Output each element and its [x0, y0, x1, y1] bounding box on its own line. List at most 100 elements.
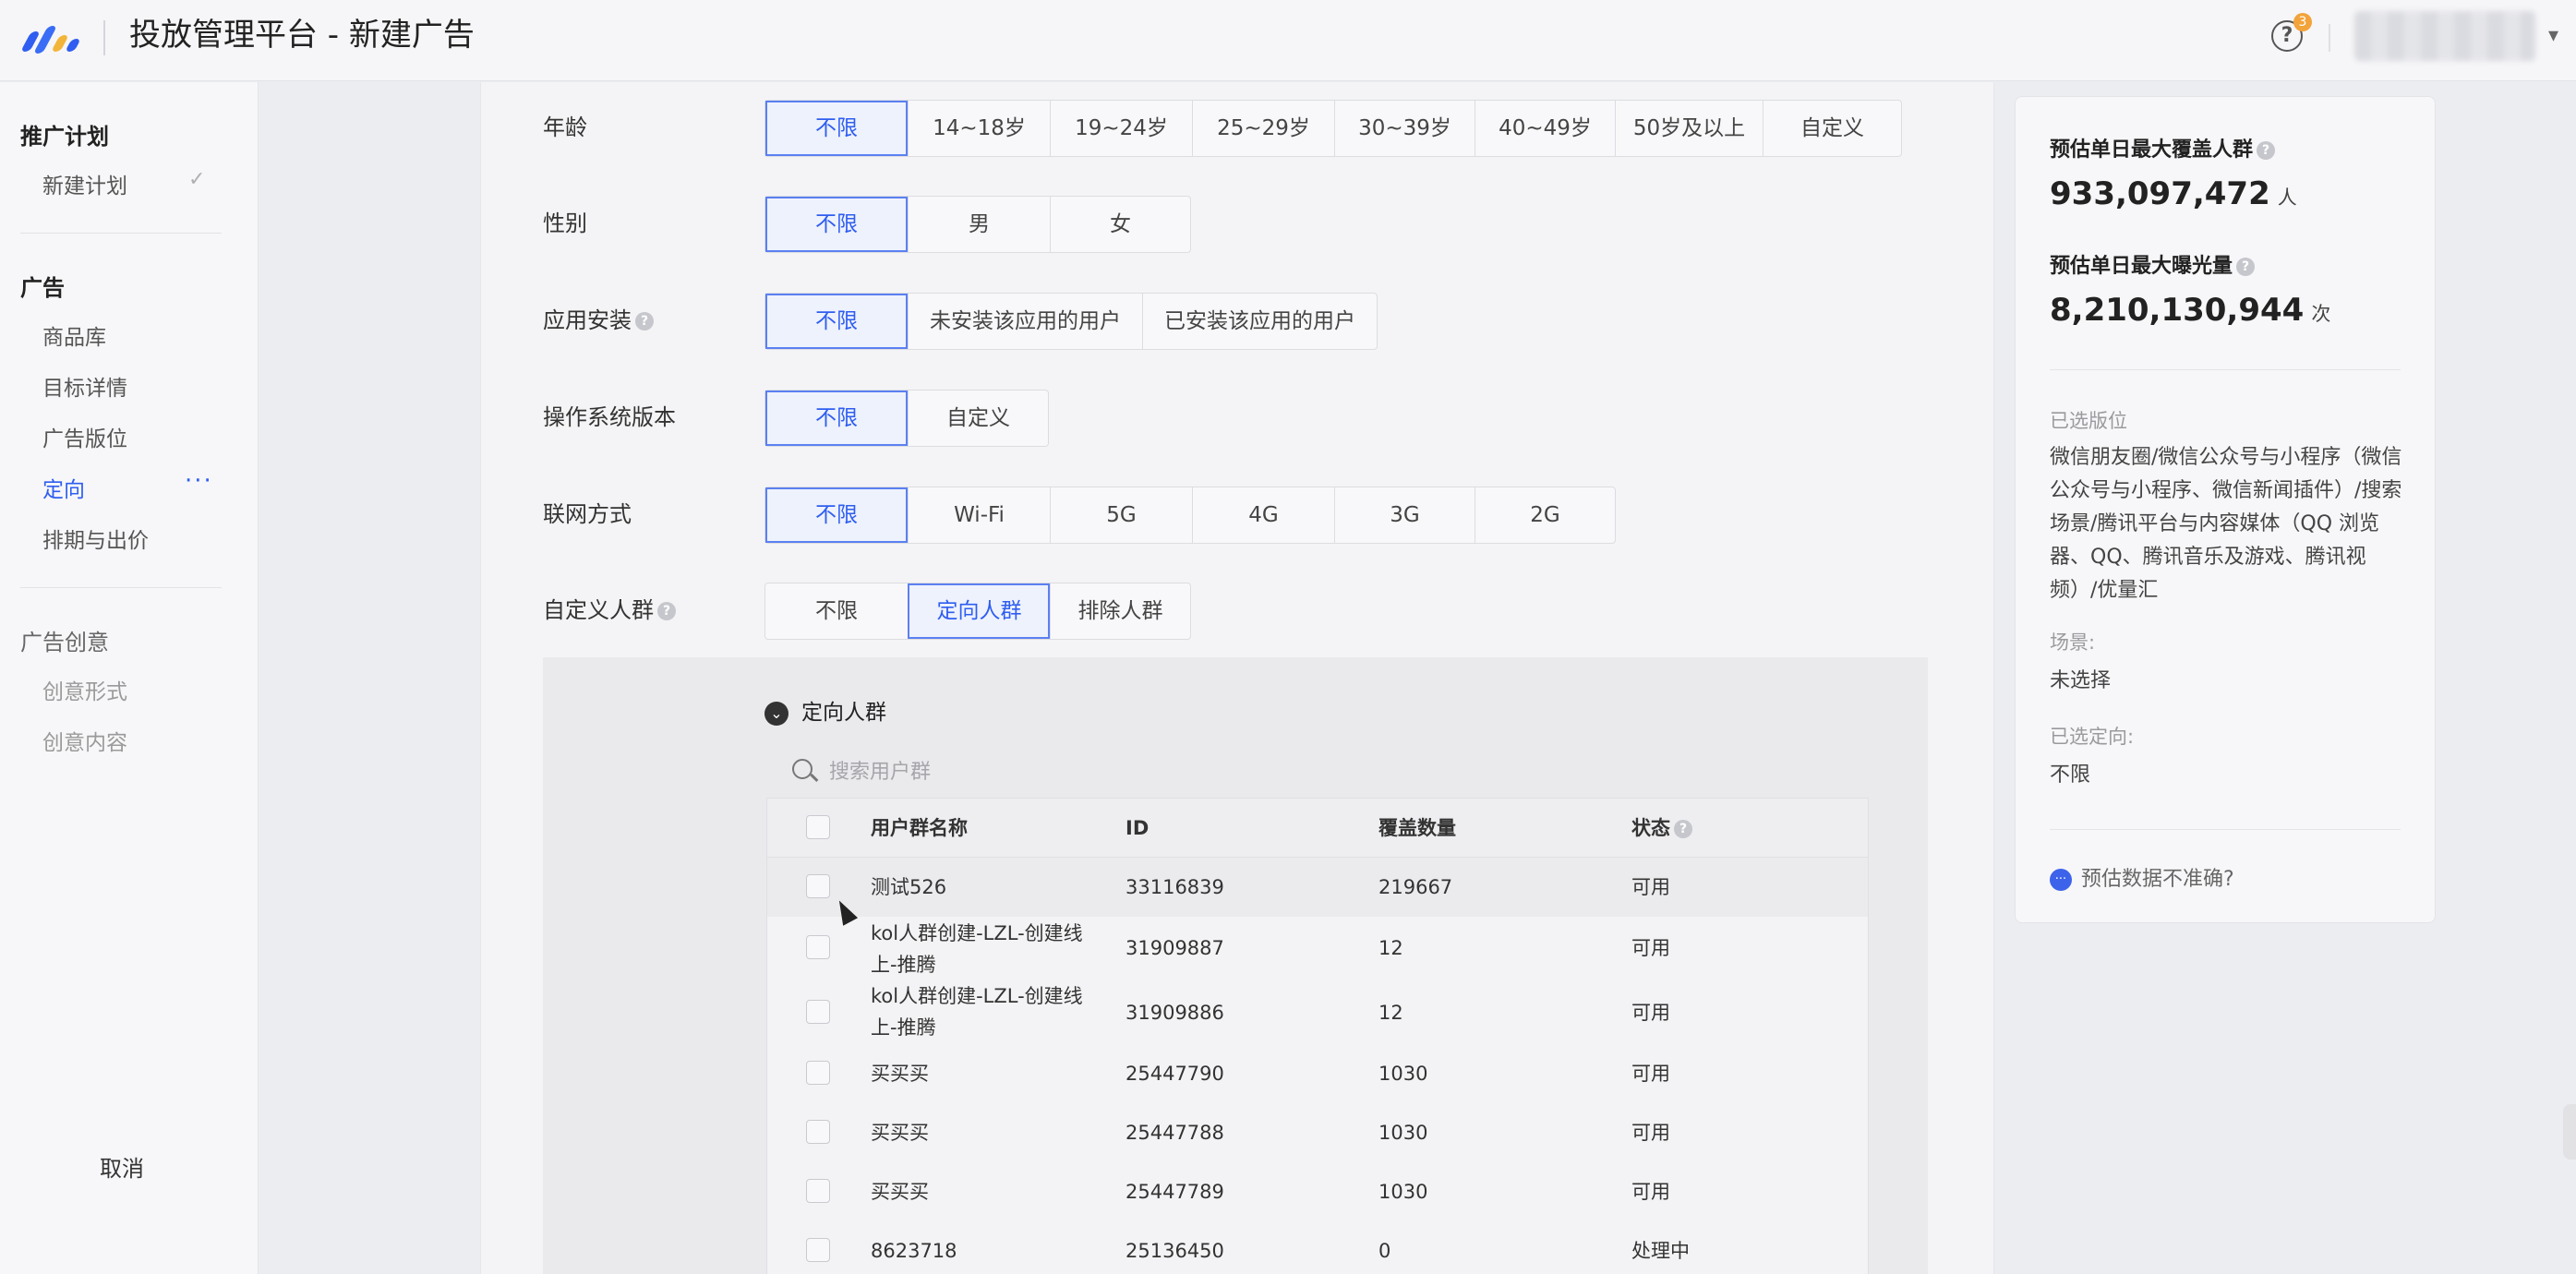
- placements-label: 已选版位: [2050, 410, 2127, 432]
- summary-divider: [2050, 369, 2401, 370]
- age-option-19-24[interactable]: 19~24岁: [1050, 101, 1192, 156]
- field-label-age: 年龄: [543, 114, 587, 140]
- question-icon[interactable]: ?: [1674, 820, 1692, 838]
- question-icon[interactable]: ?: [657, 602, 676, 620]
- chevron-down-circle-icon[interactable]: ⌄: [764, 701, 788, 726]
- cancel-button[interactable]: 取消: [100, 1150, 144, 1183]
- sidebar-item-targeting[interactable]: 定向: [42, 472, 85, 503]
- network-option-unlimited[interactable]: 不限: [765, 487, 908, 543]
- row-name: 买买买: [871, 1181, 929, 1203]
- gender-option-unlimited[interactable]: 不限: [765, 197, 908, 252]
- sidebar-item-target-details[interactable]: 目标详情: [42, 370, 127, 402]
- row-name-line2: 上-推腾: [871, 954, 936, 976]
- chevron-down-icon[interactable]: ▾: [2548, 24, 2558, 47]
- field-label-os-version: 操作系统版本: [543, 404, 676, 430]
- network-option-3g[interactable]: 3G: [1334, 487, 1475, 543]
- row-checkbox[interactable]: [806, 1120, 830, 1144]
- inaccurate-estimate-link[interactable]: ··· 预估数据不准确?: [2050, 862, 2234, 892]
- column-header-coverage[interactable]: 覆盖数量: [1378, 813, 1456, 843]
- nav-group-plan: 推广计划: [20, 124, 109, 150]
- audience-option-unlimited[interactable]: 不限: [765, 583, 908, 639]
- reach-unit: 人: [2277, 186, 2297, 209]
- reach-title-text: 预估单日最大覆盖人群: [2050, 138, 2254, 162]
- os-version-selector: 不限 自定义: [764, 390, 1049, 447]
- sidebar-item-schedule-bid[interactable]: 排期与出价: [42, 523, 149, 554]
- row-coverage: 1030: [1378, 1063, 1428, 1085]
- row-checkbox[interactable]: [806, 1179, 830, 1203]
- gender-option-female[interactable]: 女: [1050, 197, 1190, 252]
- network-option-5g[interactable]: 5G: [1050, 487, 1192, 543]
- row-id: 31909887: [1125, 937, 1224, 959]
- age-option-unlimited[interactable]: 不限: [765, 101, 908, 156]
- targeting-label: 已选定向:: [2050, 726, 2135, 748]
- field-label-gender: 性别: [543, 210, 587, 236]
- network-option-2g[interactable]: 2G: [1475, 487, 1615, 543]
- select-all-checkbox[interactable]: [806, 815, 830, 839]
- header-separator: [2329, 24, 2330, 52]
- scene-value: 未选择: [2050, 669, 2112, 692]
- sidebar-item-creative-format[interactable]: 创意形式: [42, 674, 127, 705]
- top-header: 投放管理平台 - 新建广告 ? 3 ▾: [0, 0, 2576, 81]
- sidebar-item-creative-content[interactable]: 创意内容: [42, 725, 127, 756]
- row-status: 可用: [1631, 876, 1670, 898]
- column-header-name[interactable]: 用户群名称: [871, 813, 968, 843]
- app-logo-icon[interactable]: [20, 18, 81, 55]
- field-label-network: 联网方式: [543, 501, 632, 527]
- more-dots-icon[interactable]: ···: [185, 467, 213, 495]
- exposure-number: 8,210,130,944: [2050, 292, 2305, 329]
- audience-option-excluded[interactable]: 排除人群: [1050, 583, 1190, 639]
- placements-text: 微信朋友圈/微信公众号与小程序（微信公众号与小程序、微信新闻插件）/搜索场景/腾…: [2050, 446, 2402, 602]
- column-header-status[interactable]: 状态?: [1631, 813, 1692, 843]
- targeting-value: 不限: [2050, 763, 2091, 787]
- row-status: 处理中: [1631, 1240, 1690, 1262]
- age-option-40-49[interactable]: 40~49岁: [1475, 101, 1615, 156]
- exposure-value: 8,210,130,944 次: [2050, 292, 2330, 329]
- app-install-selector: 不限 未安装该应用的用户 已安装该应用的用户: [764, 293, 1378, 350]
- app-install-option-not-installed[interactable]: 未安装该应用的用户: [908, 294, 1142, 349]
- audience-search: [787, 753, 1341, 790]
- custom-audience-selector: 不限 定向人群 排除人群: [764, 583, 1191, 640]
- row-id: 25447788: [1125, 1122, 1224, 1144]
- network-selector: 不限 Wi-Fi 5G 4G 3G 2G: [764, 487, 1616, 544]
- side-drawer-handle[interactable]: [2563, 1104, 2576, 1160]
- search-icon: [792, 759, 813, 779]
- row-checkbox[interactable]: [806, 1000, 830, 1024]
- left-sidebar: [0, 82, 259, 1274]
- question-icon[interactable]: ?: [2257, 141, 2276, 160]
- row-checkbox[interactable]: [806, 1238, 830, 1262]
- age-option-custom[interactable]: 自定义: [1763, 101, 1901, 156]
- age-option-30-39[interactable]: 30~39岁: [1334, 101, 1475, 156]
- sidebar-item-ad-placement[interactable]: 广告版位: [42, 421, 127, 452]
- header-divider: [103, 20, 105, 55]
- question-icon[interactable]: ?: [2236, 258, 2256, 276]
- column-header-id[interactable]: ID: [1125, 813, 1149, 843]
- reach-value: 933,097,472 人: [2050, 175, 2297, 212]
- row-id: 25447789: [1125, 1181, 1224, 1203]
- sidebar-item-new-plan[interactable]: 新建计划: [42, 168, 127, 199]
- user-account-blurred[interactable]: [2354, 11, 2535, 61]
- app-install-option-unlimited[interactable]: 不限: [765, 294, 908, 349]
- row-coverage: 1030: [1378, 1122, 1428, 1144]
- row-checkbox[interactable]: [806, 935, 830, 959]
- age-option-50-plus[interactable]: 50岁及以上: [1615, 101, 1763, 156]
- sidebar-item-product-library[interactable]: 商品库: [42, 319, 106, 351]
- row-checkbox[interactable]: [806, 1061, 830, 1085]
- network-option-wifi[interactable]: Wi-Fi: [908, 487, 1050, 543]
- row-checkbox[interactable]: [806, 874, 830, 898]
- app-install-option-installed[interactable]: 已安装该应用的用户: [1142, 294, 1377, 349]
- os-option-unlimited[interactable]: 不限: [765, 391, 908, 446]
- question-icon[interactable]: ?: [635, 312, 654, 331]
- gender-option-male[interactable]: 男: [908, 197, 1050, 252]
- network-option-4g[interactable]: 4G: [1192, 487, 1334, 543]
- audience-search-input[interactable]: [829, 753, 1328, 790]
- scene-label: 场景:: [2050, 631, 2096, 654]
- age-option-14-18[interactable]: 14~18岁: [908, 101, 1050, 156]
- field-label-custom-audience: 自定义人群?: [543, 592, 676, 629]
- age-option-25-29[interactable]: 25~29岁: [1192, 101, 1334, 156]
- chat-bubble-icon: ···: [2050, 869, 2072, 891]
- targeted-audience-collapse[interactable]: ⌄ 定向人群: [764, 694, 886, 726]
- row-name: 测试526: [871, 876, 947, 898]
- audience-option-targeted[interactable]: 定向人群: [908, 583, 1050, 639]
- row-id: 25447790: [1125, 1063, 1224, 1085]
- os-option-custom[interactable]: 自定义: [908, 391, 1048, 446]
